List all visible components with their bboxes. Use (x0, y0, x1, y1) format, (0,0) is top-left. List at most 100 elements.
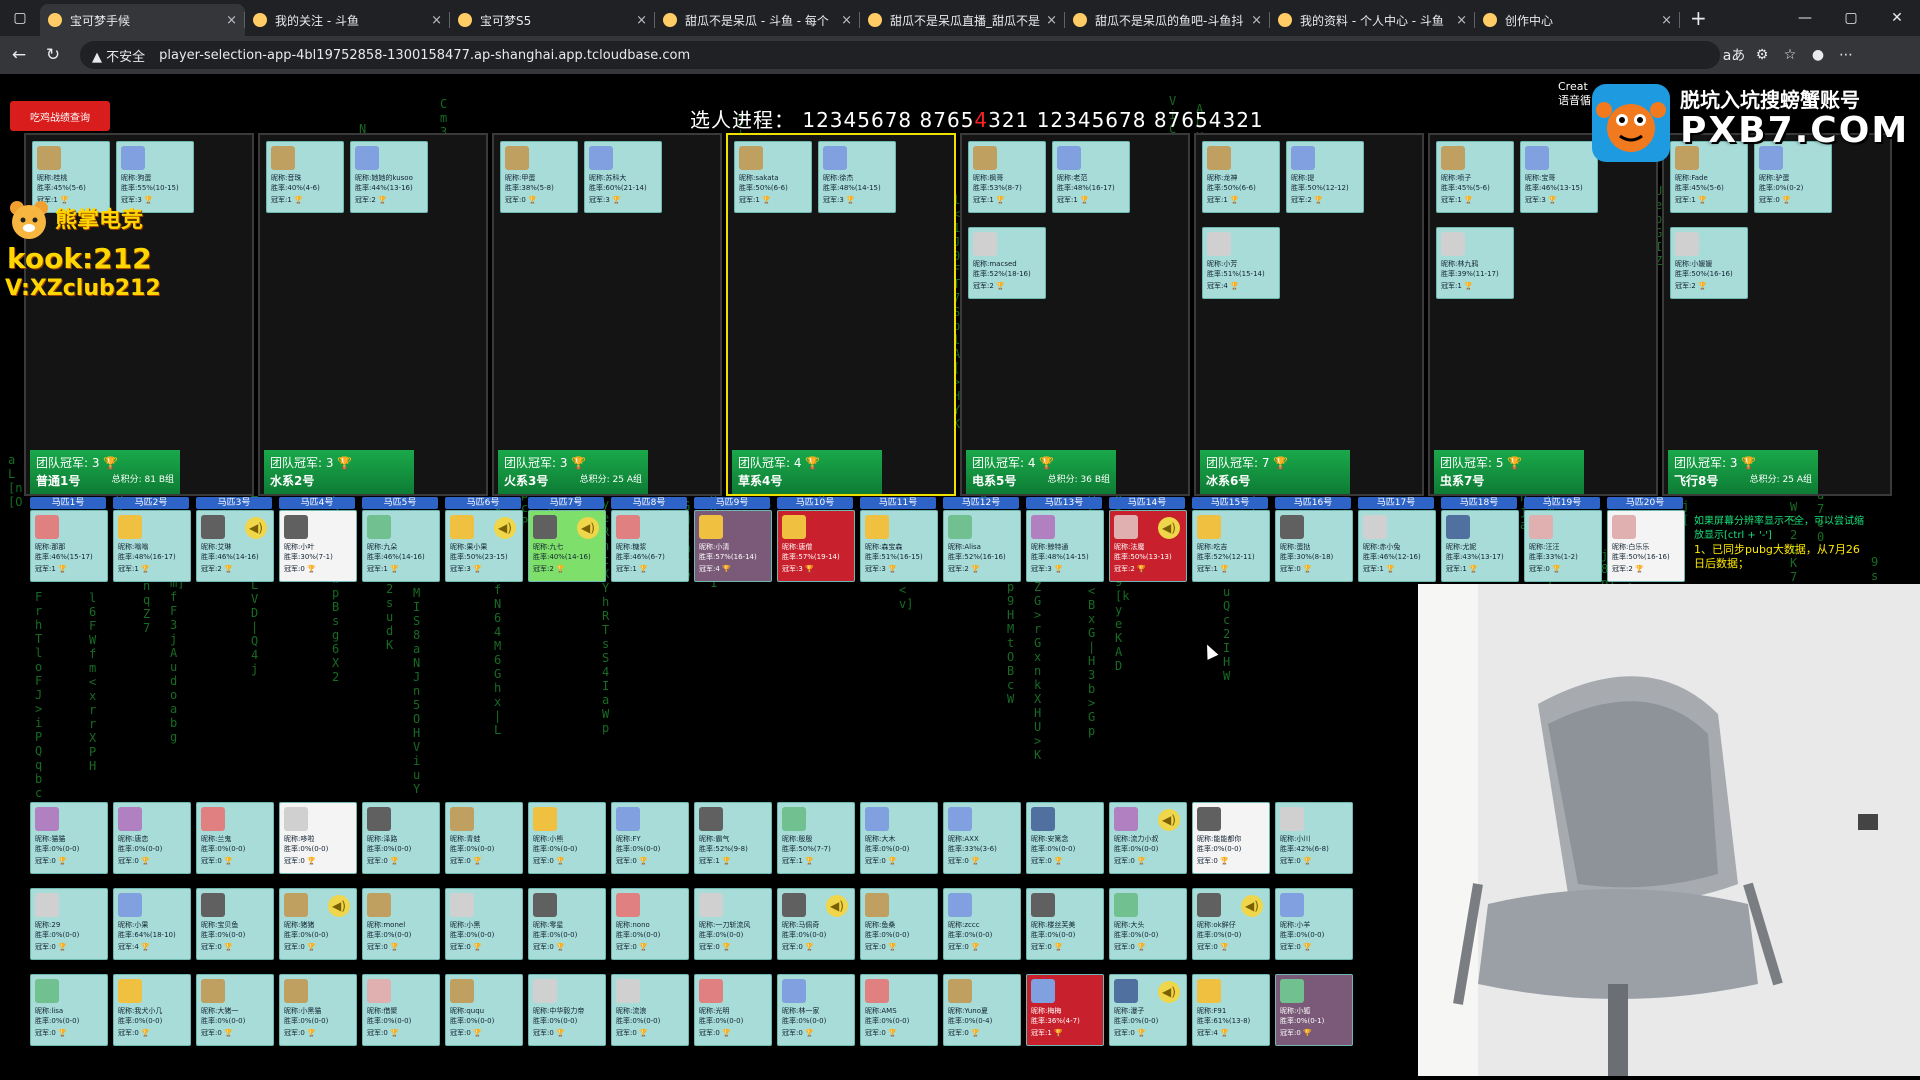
browser-tab-0[interactable]: 宝可梦手候 × (40, 4, 245, 36)
pool-player-card[interactable]: 昵称:zccc 胜率:0%(0-0) 冠军:0 🏆 (943, 888, 1021, 960)
pool-player-card[interactable]: 昵称:lisa 胜率:0%(0-0) 冠军:0 🏆 (30, 974, 108, 1046)
slot-player-card[interactable]: 昵称:白乐乐 胜率:50%(16-16) 冠军:2 🏆 (1607, 510, 1685, 582)
pool-player-card[interactable]: 昵称:小狐 胜率:0%(0-1) 冠军:0 🏆 (1275, 974, 1353, 1046)
pool-player-card[interactable]: 昵称:光明 胜率:0%(0-0) 冠军:0 🏆 (694, 974, 772, 1046)
pool-player-card[interactable]: 昵称:Yuno夏 胜率:0%(0-4) 冠军:0 🏆 (943, 974, 1021, 1046)
maximize-icon[interactable]: ▢ (1828, 0, 1874, 36)
tab-close-icon[interactable]: × (431, 13, 442, 28)
tab-close-icon[interactable]: × (1046, 13, 1057, 28)
pool-player-card[interactable]: 昵称:哆啦 胜率:0%(0-0) 冠军:0 🏆 (279, 802, 357, 874)
profile-icon[interactable]: ● (1804, 47, 1832, 63)
slot-player-card[interactable]: 昵称:那那 胜率:46%(15-17) 冠军:1 🏆 (30, 510, 108, 582)
tab-close-icon[interactable]: × (1251, 13, 1262, 28)
team-player-card[interactable]: 昵称:老范 胜率:48%(16-17) 冠军:1 🏆 (1052, 141, 1130, 213)
team-player-card[interactable]: 昵称:林九鸦 胜率:39%(11-17) 冠军:1 🏆 (1436, 227, 1514, 299)
pool-player-card[interactable]: 昵称:泽路 胜率:0%(0-0) 冠军:0 🏆 (362, 802, 440, 874)
browser-tab-7[interactable]: 创作中心 × (1475, 4, 1680, 36)
team-player-card[interactable]: 昵称:小芳 胜率:51%(15-14) 冠军:4 🏆 (1202, 227, 1280, 299)
team-player-card[interactable]: 昵称:徐杰 胜率:48%(14-15) 冠军:3 🏆 (818, 141, 896, 213)
pool-player-card[interactable]: 昵称:霸气 胜率:52%(9-8) 冠军:1 🏆 (694, 802, 772, 874)
team-player-card[interactable]: 昵称:枫哥 胜率:53%(8-7) 冠军:1 🏆 (968, 141, 1046, 213)
team-panel-4[interactable]: 昵称:sakata 胜率:50%(6-6) 冠军:1 🏆 昵称:徐杰 胜率:48%(14… (726, 133, 956, 496)
pool-player-card[interactable]: 昵称:林一家 胜率:0%(0-0) 冠军:0 🏆 (777, 974, 855, 1046)
team-player-card[interactable]: 昵称:喷子 胜率:45%(5-6) 冠军:1 🏆 (1436, 141, 1514, 213)
tab-close-icon[interactable]: × (841, 13, 852, 28)
pool-player-card[interactable]: 昵称:宝贝鱼 胜率:0%(0-0) 冠军:0 🏆 (196, 888, 274, 960)
pool-player-card[interactable]: 昵称:小果 胜率:64%(18-10) 冠军:4 🏆 (113, 888, 191, 960)
pool-player-card[interactable]: 昵称:流浪 胜率:0%(0-0) 冠军:0 🏆 (611, 974, 689, 1046)
slot-player-card[interactable]: ◀) 昵称:果小果 胜率:50%(23-15) 冠军:3 🏆 (445, 510, 523, 582)
pool-player-card[interactable]: 昵称:我犬小几 胜率:0%(0-0) 冠军:0 🏆 (113, 974, 191, 1046)
tab-close-icon[interactable]: × (1456, 13, 1467, 28)
pool-player-card[interactable]: 昵称:能能都你 胜率:0%(0-0) 冠军:0 🏆 (1192, 802, 1270, 874)
slot-player-card[interactable]: 昵称:鲸特通 胜率:48%(14-15) 冠军:3 🏆 (1026, 510, 1104, 582)
pool-player-card[interactable]: 昵称:29 胜率:0%(0-0) 冠军:0 🏆 (30, 888, 108, 960)
pool-player-card[interactable]: 昵称:FY 胜率:0%(0-0) 冠军:0 🏆 (611, 802, 689, 874)
pool-player-card[interactable]: 昵称:唐恋 胜率:0%(0-0) 冠军:0 🏆 (113, 802, 191, 874)
slot-player-card[interactable]: 昵称:小叶 胜率:30%(7-1) 冠军:0 🏆 (279, 510, 357, 582)
minimize-icon[interactable]: — (1782, 0, 1828, 36)
slot-player-card[interactable]: 昵称:糖浆 胜率:46%(6-7) 冠军:1 🏆 (611, 510, 689, 582)
pool-player-card[interactable]: 昵称:nono 胜率:0%(0-0) 冠军:0 🏆 (611, 888, 689, 960)
pool-player-card[interactable]: 昵称:小黑 胜率:0%(0-0) 冠军:0 🏆 (445, 888, 523, 960)
pool-player-card[interactable]: ◀) 昵称:流力小叔 胜率:0%(0-0) 冠军:0 🏆 (1109, 802, 1187, 874)
tab-close-icon[interactable]: × (226, 13, 237, 28)
browser-tab-4[interactable]: 甜瓜不是呆瓜直播_甜瓜不是 × (860, 4, 1065, 36)
slot-player-card[interactable]: 昵称:赤小兔 胜率:46%(12-16) 冠军:1 🏆 (1358, 510, 1436, 582)
slot-player-card[interactable]: 昵称:森宝森 胜率:51%(16-15) 冠军:3 🏆 (860, 510, 938, 582)
pool-player-card[interactable]: 昵称:大头 胜率:0%(0-0) 冠军:0 🏆 (1109, 888, 1187, 960)
pubg-stats-query-button[interactable]: 吃鸡战绩查询 (10, 101, 110, 131)
slot-player-card[interactable]: 昵称:蛋挞 胜率:30%(8-18) 冠军:0 🏆 (1275, 510, 1353, 582)
slot-player-card[interactable]: 昵称:汪汪 胜率:33%(1-2) 冠军:0 🏆 (1524, 510, 1602, 582)
tab-close-icon[interactable]: × (1661, 13, 1672, 28)
team-player-card[interactable]: 昵称:甲蛋 胜率:38%(5-8) 冠军:0 🏆 (500, 141, 578, 213)
new-tab-button[interactable]: + (1690, 6, 1707, 30)
url-text[interactable]: player-selection-app-4bl19752858-1300158… (159, 48, 690, 63)
pool-player-card[interactable]: 昵称:中华毅力帝 胜率:0%(0-0) 冠军:0 🏆 (528, 974, 606, 1046)
pool-player-card[interactable]: 昵称:借聚 胜率:0%(0-0) 冠军:0 🏆 (362, 974, 440, 1046)
pool-player-card[interactable]: ◀) 昵称:猪猪 胜率:0%(0-0) 冠军:0 🏆 (279, 888, 357, 960)
pool-player-card[interactable]: 昵称:鱼桑 胜率:0%(0-0) 冠军:0 🏆 (860, 888, 938, 960)
slot-player-card[interactable]: 昵称:九朵 胜率:46%(14-16) 冠军:1 🏆 (362, 510, 440, 582)
tab-close-icon[interactable]: × (636, 13, 647, 28)
pool-player-card[interactable]: 昵称:小羊 胜率:0%(0-0) 冠军:0 🏆 (1275, 888, 1353, 960)
pool-player-card[interactable]: 昵称:大猪一 胜率:0%(0-0) 冠军:0 🏆 (196, 974, 274, 1046)
team-player-card[interactable]: 昵称:苏科大 胜率:60%(21-14) 冠军:3 🏆 (584, 141, 662, 213)
url-box[interactable]: ▲ 不安全 player-selection-app-4bl19752858-1… (80, 41, 1720, 69)
pool-player-card[interactable]: 昵称:monel 胜率:0%(0-0) 冠军:0 🏆 (362, 888, 440, 960)
slot-player-card[interactable]: 昵称:小清 胜率:57%(16-14) 冠军:4 🏆 (694, 510, 772, 582)
close-window-icon[interactable]: ✕ (1874, 0, 1920, 36)
pool-player-card[interactable]: 昵称:F91 胜率:61%(13-8) 冠军:4 🏆 (1192, 974, 1270, 1046)
team-player-card[interactable]: 昵称:音珠 胜率:40%(4-6) 冠军:1 🏆 (266, 141, 344, 213)
team-panel-8[interactable]: 昵称:Fade 胜率:45%(5-6) 冠军:1 🏆 昵称:驴蛋 胜率:0%(0-2) 冠… (1662, 133, 1892, 496)
pool-player-card[interactable]: 昵称:楼丝芙美 胜率:0%(0-0) 冠军:0 🏆 (1026, 888, 1104, 960)
team-panel-1[interactable]: 昵称:桂桃 胜率:45%(5-6) 冠军:1 🏆 昵称:狗蛋 胜率:55%(10-15)… (24, 133, 254, 496)
slot-player-card[interactable]: 昵称:Alisa 胜率:52%(16-16) 冠军:2 🏆 (943, 510, 1021, 582)
menu-icon[interactable]: ⋯ (1832, 47, 1860, 63)
pool-player-card[interactable]: 昵称:小熊 胜率:0%(0-0) 冠军:0 🏆 (528, 802, 606, 874)
browser-tab-3[interactable]: 甜瓜不是呆瓜 - 斗鱼 - 每个 × (655, 4, 860, 36)
not-secure-warning[interactable]: ▲ 不安全 (92, 46, 145, 65)
slot-player-card[interactable]: 昵称:吃吉 胜率:52%(12-11) 冠军:1 🏆 (1192, 510, 1270, 582)
pool-player-card[interactable]: 昵称:零星 胜率:0%(0-0) 冠军:0 🏆 (528, 888, 606, 960)
team-panel-7[interactable]: 昵称:喷子 胜率:45%(5-6) 冠军:1 🏆 昵称:宝哥 胜率:46%(13-15)… (1428, 133, 1658, 496)
pool-player-card[interactable]: 昵称:梅梅 胜率:36%(4-7) 冠军:1 🏆 (1026, 974, 1104, 1046)
team-player-card[interactable]: 昵称:提 胜率:50%(12-12) 冠军:2 🏆 (1286, 141, 1364, 213)
favorites-icon[interactable]: ☆ (1776, 47, 1804, 63)
team-panel-3[interactable]: 昵称:甲蛋 胜率:38%(5-8) 冠军:0 🏆 昵称:苏科大 胜率:60%(21-14… (492, 133, 722, 496)
browser-tab-2[interactable]: 宝可梦S5 × (450, 4, 655, 36)
back-icon[interactable]: ← (4, 40, 34, 70)
extension-icon[interactable]: ⚙ (1748, 47, 1776, 63)
pool-player-card[interactable]: ◀) 昵称:马佩奇 胜率:0%(0-0) 冠军:0 🏆 (777, 888, 855, 960)
slot-player-card[interactable]: ◀) 昵称:九七 胜率:40%(14-16) 冠军:2 🏆 (528, 510, 606, 582)
pool-player-card[interactable]: 昵称:大木 胜率:0%(0-0) 冠军:0 🏆 (860, 802, 938, 874)
team-player-card[interactable]: 昵称:宝哥 胜率:46%(13-15) 冠军:3 🏆 (1520, 141, 1598, 213)
team-player-card[interactable]: 昵称:sakata 胜率:50%(6-6) 冠军:1 🏆 (734, 141, 812, 213)
slot-player-card[interactable]: 昵称:嗡嗡 胜率:48%(16-17) 冠军:1 🏆 (113, 510, 191, 582)
pool-player-card[interactable]: 昵称:小黑猫 胜率:0%(0-0) 冠军:0 🏆 (279, 974, 357, 1046)
team-player-card[interactable]: 昵称:她她的kusoo 胜率:44%(13-16) 冠军:2 🏆 (350, 141, 428, 213)
pool-player-card[interactable]: ◀) 昵称:ok鲜仔 胜率:0%(0-0) 冠军:0 🏆 (1192, 888, 1270, 960)
pool-player-card[interactable]: 昵称:猫猫 胜率:0%(0-0) 冠军:0 🏆 (30, 802, 108, 874)
browser-tab-1[interactable]: 我的关注 - 斗鱼 × (245, 4, 450, 36)
pool-player-card[interactable]: ◀) 昵称:瀑子 胜率:0%(0-0) 冠军:0 🏆 (1109, 974, 1187, 1046)
